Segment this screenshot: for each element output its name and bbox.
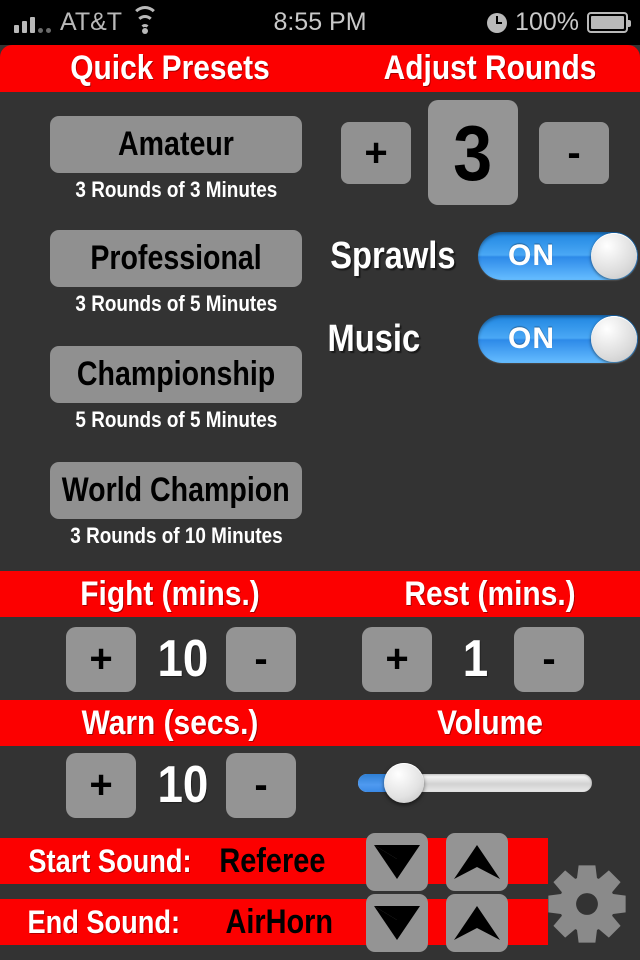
settings-button[interactable] [545,862,629,946]
section-header-top: Quick Presets Adjust Rounds [0,45,640,92]
rest-increment-button[interactable]: + [362,627,432,692]
volume-slider[interactable] [358,763,592,803]
sprawls-label: Sprawls [330,234,456,277]
end-sound-value: AirHorn [225,902,333,941]
section-header-warn-volume: Warn (secs.) Volume [0,700,640,746]
rounds-increment-button[interactable]: + [341,122,411,184]
preset-amateur[interactable]: Amateur 3 Rounds of 3 Minutes [50,116,302,203]
section-header-fight-rest: Fight (mins.) Rest (mins.) [0,571,640,617]
gear-icon [548,865,626,943]
start-sound-previous-button[interactable] [366,833,428,891]
rounds-decrement-button[interactable]: - [539,122,609,184]
music-label: Music [327,317,421,360]
preset-label: Amateur [118,125,234,163]
rest-decrement-button[interactable]: - [514,627,584,692]
toggle-knob [591,316,637,362]
preset-detail: 3 Rounds of 5 Minutes [75,291,277,316]
status-bar: AT&T 8:55 PM 100% [0,0,640,45]
preset-detail: 3 Rounds of 3 Minutes [75,177,277,202]
battery-percent-label: 100% [515,8,579,36]
warn-header: Warn (secs.) [81,703,259,742]
volume-header: Volume [437,703,543,742]
preset-professional[interactable]: Professional 3 Rounds of 5 Minutes [50,230,302,317]
rest-value: 1 [462,630,488,688]
toggle-row-music: Music ON [320,315,638,363]
preset-detail: 3 Rounds of 10 Minutes [69,523,283,548]
start-sound-value: Referee [219,841,326,880]
toggle-knob [591,233,637,279]
adjust-rounds-header: Adjust Rounds [383,49,597,87]
preset-detail: 5 Rounds of 5 Minutes [75,407,277,432]
end-sound-previous-button[interactable] [366,894,428,952]
quick-presets-header: Quick Presets [70,49,270,87]
warn-decrement-button[interactable]: - [226,753,296,818]
fight-increment-button[interactable]: + [66,627,136,692]
volume-slider-knob[interactable] [383,763,424,803]
battery-full-icon [587,12,631,33]
warn-value: 10 [157,756,209,814]
clock-icon [487,12,508,33]
chevron-down-icon [374,845,420,879]
preset-label: Professional [90,239,262,277]
preset-button-championship[interactable]: Championship [50,346,302,403]
preset-championship[interactable]: Championship 5 Rounds of 5 Minutes [50,346,302,433]
warn-increment-button[interactable]: + [66,753,136,818]
preset-button-professional[interactable]: Professional [50,230,302,287]
sprawls-toggle[interactable]: ON [478,232,638,280]
preset-button-world-champion[interactable]: World Champion [50,462,302,519]
rounds-value-display: 3 [428,100,518,205]
start-sound-label: Start Sound: [28,842,192,879]
music-toggle[interactable]: ON [478,315,638,363]
app-root: AT&T 8:55 PM 100% Quick Presets Adjust R… [0,0,640,960]
fight-value: 10 [157,630,209,688]
preset-button-amateur[interactable]: Amateur [50,116,302,173]
preset-world-champion[interactable]: World Champion 3 Rounds of 10 Minutes [50,462,302,549]
fight-header: Fight (mins.) [80,574,260,613]
fight-decrement-button[interactable]: - [226,627,296,692]
start-sound-next-button[interactable] [446,833,508,891]
toggle-row-sprawls: Sprawls ON [320,232,638,280]
chevron-up-icon [454,845,500,879]
music-toggle-state: ON [508,322,555,355]
rest-header: Rest (mins.) [404,574,576,613]
preset-label: World Champion [62,471,290,509]
chevron-up-icon [454,906,500,940]
end-sound-label: End Sound: [27,903,181,940]
status-bar-right: 100% [487,0,631,45]
chevron-down-icon [374,906,420,940]
end-sound-next-button[interactable] [446,894,508,952]
sprawls-toggle-state: ON [508,239,555,272]
preset-label: Championship [76,355,276,393]
